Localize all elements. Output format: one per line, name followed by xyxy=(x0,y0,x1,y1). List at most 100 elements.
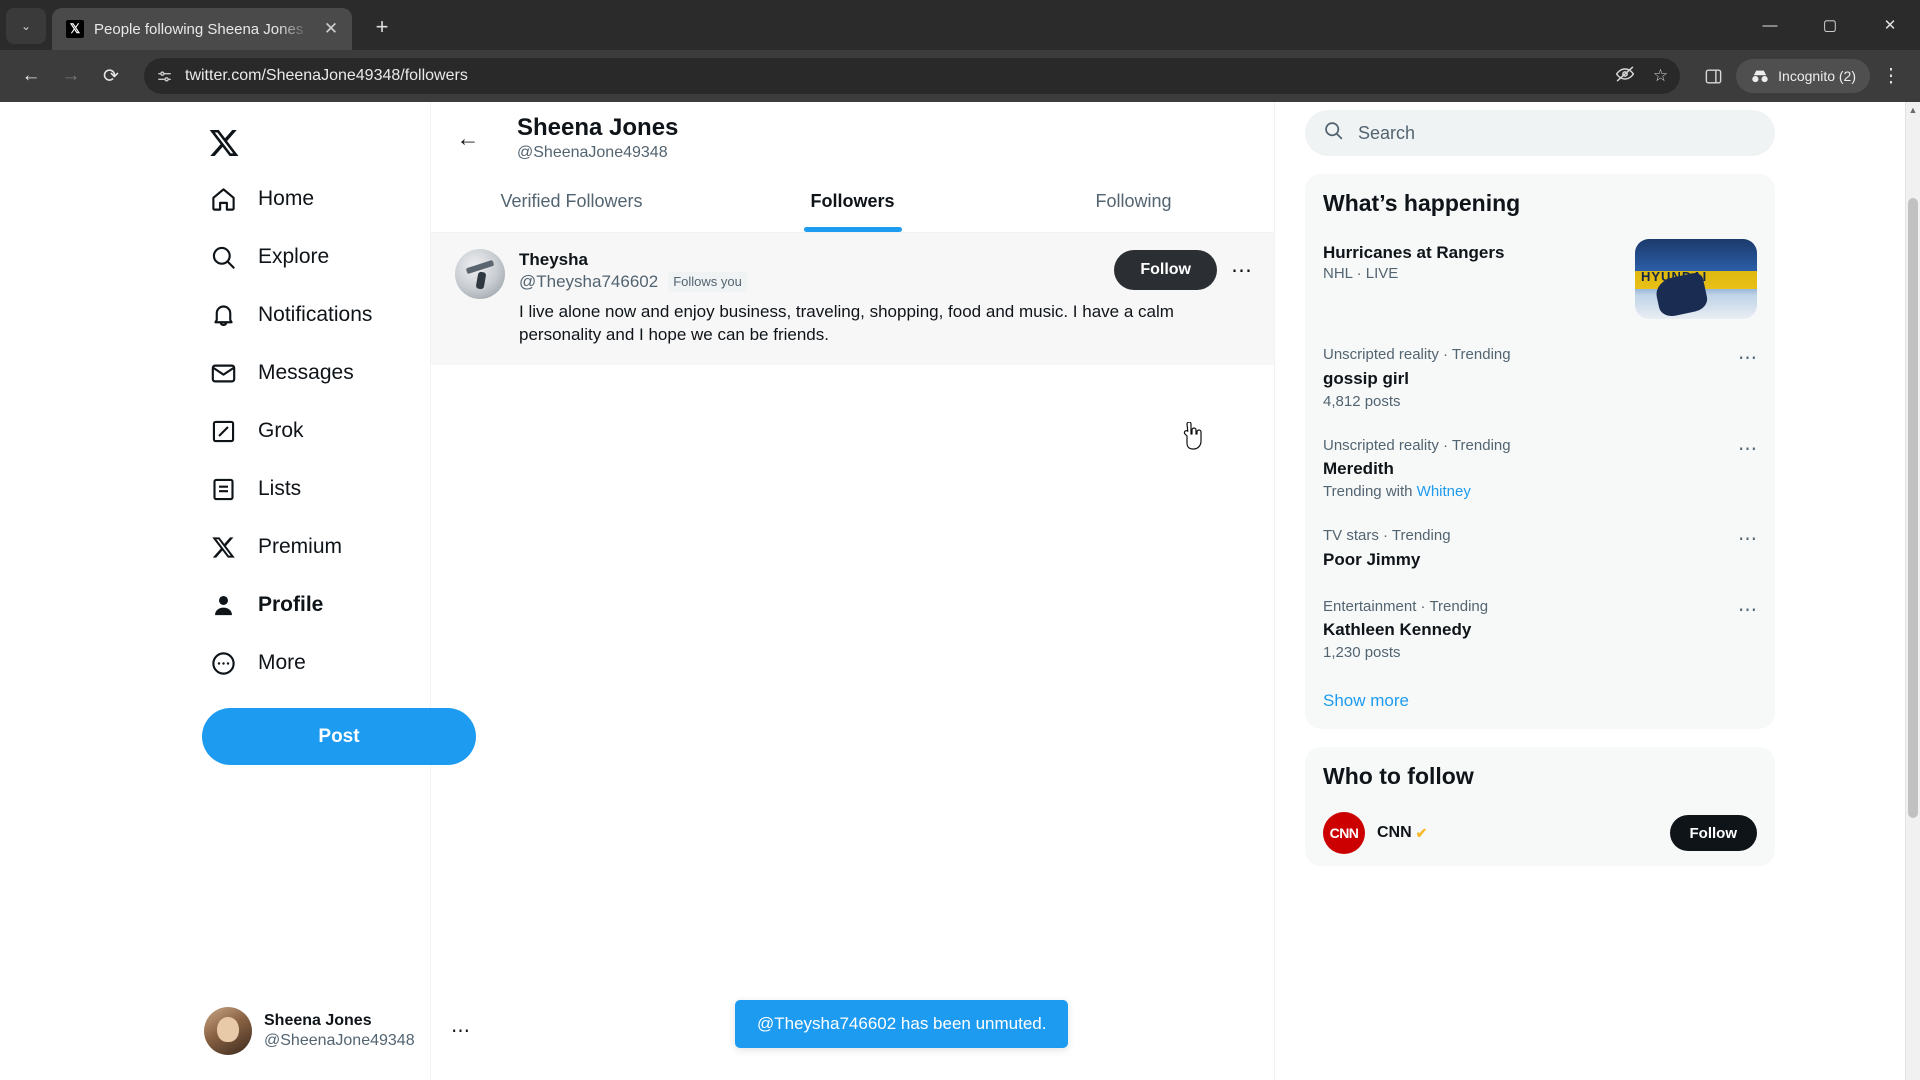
minimize-icon[interactable]: — xyxy=(1740,0,1800,50)
more-options-icon[interactable]: ⋯ xyxy=(1738,526,1757,551)
avatar xyxy=(204,1007,252,1055)
x-favicon-icon: 𝕏 xyxy=(66,20,84,38)
more-horizontal-icon[interactable]: ⋯ xyxy=(451,1020,470,1043)
sidebar-label: Grok xyxy=(258,419,304,442)
more-circle-icon xyxy=(208,648,238,678)
lists-icon xyxy=(208,474,238,504)
more-options-icon[interactable]: ⋯ xyxy=(1227,258,1256,283)
more-options-icon[interactable]: ⋯ xyxy=(1738,345,1757,370)
split-view-icon[interactable] xyxy=(1696,59,1730,93)
trend-item-featured[interactable]: Hurricanes at Rangers NHL · LIVE HYUNDAI xyxy=(1305,227,1775,333)
tracking-protection-icon[interactable] xyxy=(1615,64,1635,89)
account-name: Sheena Jones xyxy=(264,1012,372,1029)
search-placeholder: Search xyxy=(1358,122,1416,143)
search-input[interactable]: Search xyxy=(1305,110,1775,156)
browser-window: ⌄ 𝕏 People following Sheena Jones ✕ + — … xyxy=(0,0,1920,1080)
chevron-down-icon: ⌄ xyxy=(20,19,32,33)
trend-item[interactable]: Entertainment · Trending Kathleen Kenned… xyxy=(1305,585,1775,676)
sidebar-item-grok[interactable]: Grok xyxy=(200,402,320,460)
incognito-hat-icon xyxy=(1752,70,1768,83)
trend-item[interactable]: Unscripted reality · Trending Meredith T… xyxy=(1305,424,1775,515)
address-bar[interactable]: twitter.com/SheenaJone49348/followers ☆ xyxy=(144,58,1681,94)
home-icon xyxy=(208,184,238,214)
account-handle: @SheenaJone49348 xyxy=(264,1032,415,1049)
bell-icon xyxy=(208,300,238,330)
bookmark-star-icon[interactable]: ☆ xyxy=(1653,66,1668,86)
trend-meta: Unscripted reality · Trending xyxy=(1323,346,1511,363)
page-viewport: Home Explore Notifications Messages Grok… xyxy=(0,102,1920,1080)
window-close-icon[interactable]: ✕ xyxy=(1860,0,1920,50)
sidebar-item-lists[interactable]: Lists xyxy=(200,460,317,518)
page-title: Sheena Jones xyxy=(517,113,679,141)
show-more-link[interactable]: Show more xyxy=(1305,675,1775,729)
panel-title: Who to follow xyxy=(1323,763,1474,790)
page-subtitle: @SheenaJone49348 xyxy=(517,144,668,162)
maximize-icon[interactable]: ▢ xyxy=(1800,0,1860,50)
browser-toolbar: ← → ⟳ twitter.com/SheenaJone49348/follow… xyxy=(0,50,1920,102)
sidebar-item-profile[interactable]: Profile xyxy=(200,576,339,634)
sidebar-label: Premium xyxy=(258,535,343,558)
back-icon[interactable]: ← xyxy=(14,59,48,93)
right-sidebar: Search What’s happening Hurricanes at Ra… xyxy=(1275,102,1775,1080)
incognito-indicator[interactable]: Incognito (2) xyxy=(1736,59,1870,93)
sidebar-item-more[interactable]: More xyxy=(200,634,322,692)
status-badge: Follows you xyxy=(668,272,747,293)
trend-item[interactable]: Unscripted reality · Trending gossip gir… xyxy=(1305,333,1775,424)
sidebar-item-explore[interactable]: Explore xyxy=(200,228,345,286)
trend-name: Poor Jimmy xyxy=(1323,549,1421,569)
site-settings-icon[interactable] xyxy=(156,68,173,85)
page-scrollbar[interactable]: ▲ xyxy=(1905,102,1920,1080)
reload-icon[interactable]: ⟳ xyxy=(94,59,128,93)
list-item[interactable]: CNN CNN ✔ Follow xyxy=(1305,800,1775,866)
sidebar-label: Profile xyxy=(258,593,324,616)
tab-followers[interactable]: Followers xyxy=(712,170,993,232)
sidebar-item-messages[interactable]: Messages xyxy=(200,344,370,402)
back-icon[interactable]: ← xyxy=(447,117,489,159)
scrollbar-thumb[interactable] xyxy=(1908,198,1918,818)
follow-button[interactable]: Follow xyxy=(1669,815,1757,852)
sidebar-label: Messages xyxy=(258,361,354,384)
avatar[interactable] xyxy=(455,249,505,299)
new-tab-button[interactable]: + xyxy=(364,9,400,45)
tab-following[interactable]: Following xyxy=(993,170,1274,232)
trend-with-link[interactable]: Whitney xyxy=(1417,483,1471,500)
trend-item[interactable]: TV stars · Trending Poor Jimmy ⋯ xyxy=(1305,514,1775,585)
trend-thumbnail: HYUNDAI xyxy=(1635,239,1757,319)
sidebar-item-notifications[interactable]: Notifications xyxy=(200,286,388,344)
tab-verified-followers[interactable]: Verified Followers xyxy=(431,170,712,232)
grok-icon xyxy=(208,416,238,446)
tab-title: People following Sheena Jones xyxy=(94,20,304,38)
avatar: CNN xyxy=(1323,812,1365,855)
close-icon[interactable]: ✕ xyxy=(320,19,342,39)
list-item[interactable]: Theysha @Theysha746602 Follows you Follo… xyxy=(431,233,1274,366)
x-logo-icon[interactable] xyxy=(200,116,254,170)
more-options-icon[interactable]: ⋯ xyxy=(1738,436,1757,461)
envelope-icon xyxy=(208,358,238,388)
scroll-up-icon[interactable]: ▲ xyxy=(1906,102,1920,118)
followers-timeline: ← Sheena Jones @SheenaJone49348 Verified… xyxy=(430,102,1275,1080)
primary-sidebar: Home Explore Notifications Messages Grok… xyxy=(130,102,476,1080)
search-icon xyxy=(1323,120,1344,146)
x-icon xyxy=(208,532,238,562)
tab-search-button[interactable]: ⌄ xyxy=(6,8,46,44)
trend-posts: 1,230 posts xyxy=(1323,644,1401,662)
sidebar-label: Home xyxy=(258,187,315,210)
sidebar-item-premium[interactable]: Premium xyxy=(200,518,358,576)
incognito-label: Incognito (2) xyxy=(1778,68,1856,84)
follow-button[interactable]: Follow xyxy=(1114,250,1217,290)
account-switcher[interactable]: Sheena Jones @SheenaJone49348 ⋯ xyxy=(192,996,482,1066)
browser-tab[interactable]: 𝕏 People following Sheena Jones ✕ xyxy=(52,8,352,50)
forward-icon[interactable]: → xyxy=(54,59,88,93)
whats-happening-panel: What’s happening Hurricanes at Rangers N… xyxy=(1305,174,1775,730)
browser-menu-icon[interactable]: ⋮ xyxy=(1876,65,1906,88)
sidebar-label: More xyxy=(258,651,306,674)
sidebar-item-home[interactable]: Home xyxy=(200,170,330,228)
more-options-icon[interactable]: ⋯ xyxy=(1738,597,1757,622)
verified-badge-icon: ✔ xyxy=(1415,824,1428,841)
sidebar-label: Lists xyxy=(258,477,302,500)
user-display-name[interactable]: Theysha xyxy=(519,249,1114,271)
trend-meta: NHL · LIVE xyxy=(1323,265,1399,283)
post-button[interactable]: Post xyxy=(202,708,476,765)
toast-notification: @Theysha746602 has been unmuted. xyxy=(735,1000,1069,1048)
url-text: twitter.com/SheenaJone49348/followers xyxy=(185,67,468,84)
